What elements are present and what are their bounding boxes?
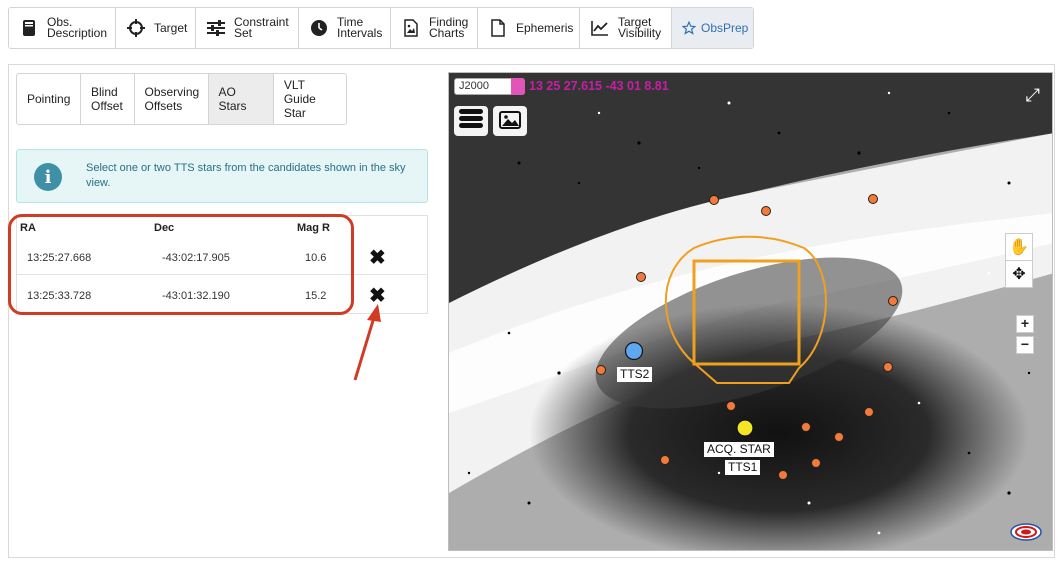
frame-select[interactable]: J2000: [454, 78, 525, 95]
delete-row-icon[interactable]: ✖: [369, 248, 386, 268]
annotation-arrow: [353, 304, 381, 381]
image-icon: [499, 110, 521, 132]
tab-finding-charts[interactable]: Finding Charts: [391, 8, 478, 48]
layers-icon: [458, 107, 484, 136]
hand-icon: ✋: [1009, 239, 1029, 256]
file-icon: [488, 18, 508, 38]
zoom-out-button[interactable]: −: [1016, 336, 1034, 354]
tts1-label: TTS1: [725, 460, 761, 475]
acq-star-label: ACQ. STAR: [704, 442, 774, 457]
tab-obs-description[interactable]: Obs. Description: [9, 8, 116, 48]
sky-view[interactable]: J2000 13 25 27.615 -43 01 8.81 ⤢ ✋ ✥ + −…: [448, 72, 1053, 551]
image-file-icon: [401, 18, 421, 38]
tab-ephemeris[interactable]: Ephemeris: [478, 8, 580, 48]
move-icon: ✥: [1012, 266, 1026, 283]
tab-obsprep[interactable]: ObsPrep: [672, 8, 753, 48]
zoom-in-button[interactable]: +: [1016, 315, 1034, 333]
tab-time-intervals[interactable]: Time Intervals: [299, 8, 391, 48]
pan-hand-button[interactable]: ✋: [1005, 233, 1033, 261]
crosshair-icon: [126, 18, 146, 38]
info-icon: i: [34, 163, 62, 191]
layers-button[interactable]: [454, 106, 488, 136]
tab-target-visibility[interactable]: Target Visibility: [580, 8, 672, 48]
tab-target[interactable]: Target: [116, 8, 196, 48]
tab-label: Ephemeris: [516, 20, 574, 35]
tab-label: Constraint Set: [234, 15, 289, 40]
book-icon: [19, 18, 39, 38]
tab-label: Finding Charts: [429, 15, 469, 40]
subtab-ao-stars[interactable]: AO Stars: [208, 74, 274, 124]
image-survey-button[interactable]: [493, 106, 527, 136]
acq-star-marker: [736, 419, 754, 437]
subtab-blind-offset[interactable]: Blind Offset: [81, 74, 135, 124]
star-icon: [682, 18, 696, 38]
tts2-label: TTS2: [617, 367, 653, 382]
tab-label: Obs. Description: [47, 15, 108, 40]
line-chart-icon: [590, 18, 610, 38]
sky-image: [449, 73, 1052, 550]
select-caret-icon: [511, 78, 525, 95]
move-button[interactable]: ✥: [1005, 260, 1033, 288]
subtab-vlt-guide-star[interactable]: VLT Guide Star: [274, 74, 346, 124]
aladin-logo-icon: [1010, 522, 1042, 542]
obsprep-sub-tab-bar: Pointing Blind Offset Observing Offsets …: [16, 73, 347, 125]
info-text: Select one or two TTS stars from the can…: [86, 162, 406, 189]
cursor-coordinates: 13 25 27.615 -43 01 8.81: [529, 79, 669, 93]
info-message: i Select one or two TTS stars from the c…: [16, 149, 428, 203]
sliders-icon: [206, 18, 226, 38]
main-tab-bar: Obs. Description Target Constraint Set T…: [8, 7, 754, 49]
frame-select-value: J2000: [459, 80, 489, 92]
annotation-highlight-box: [8, 214, 354, 315]
subtab-observing-offsets[interactable]: Observing Offsets: [135, 74, 209, 124]
tab-label: Target Visibility: [618, 15, 662, 40]
tab-constraint-set[interactable]: Constraint Set: [196, 8, 299, 48]
tab-label: Time Intervals: [337, 15, 383, 40]
clock-icon: [309, 18, 329, 38]
fullscreen-icon[interactable]: ⤢: [1026, 85, 1040, 106]
tab-label: Target: [154, 20, 188, 35]
tab-label: ObsPrep: [701, 20, 749, 35]
tts2-marker: [624, 341, 644, 361]
subtab-pointing[interactable]: Pointing: [17, 74, 81, 124]
